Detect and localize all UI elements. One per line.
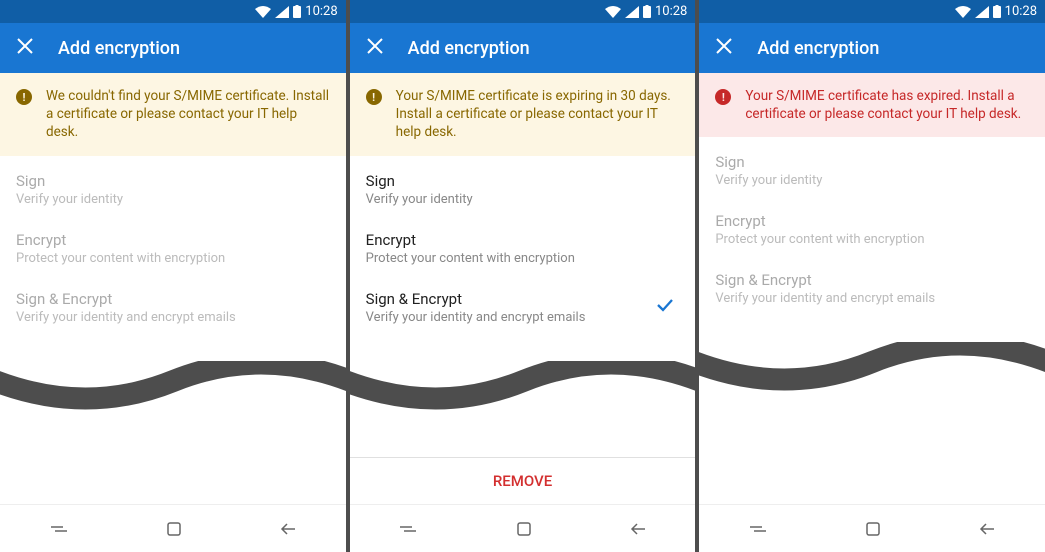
wifi-icon bbox=[955, 6, 971, 18]
remove-button[interactable]: REMOVE bbox=[350, 457, 696, 504]
phone-screen-expiring: 10:28 Add encryption ! Your S/MIME certi… bbox=[350, 0, 696, 552]
banner-text: We couldn't find your S/MIME certificate… bbox=[46, 87, 330, 142]
warning-banner: ! We couldn't find your S/MIME certifica… bbox=[0, 73, 346, 156]
content-break-wave bbox=[699, 342, 1045, 402]
checkmark-icon bbox=[655, 295, 679, 319]
warning-icon: ! bbox=[366, 89, 382, 105]
option-title: Sign & Encrypt bbox=[366, 290, 586, 308]
option-subtitle: Protect your content with encryption bbox=[715, 232, 924, 247]
recents-button[interactable] bbox=[398, 521, 418, 537]
clock: 10:28 bbox=[305, 4, 337, 19]
status-bar: 10:28 bbox=[350, 0, 696, 23]
battery-icon bbox=[293, 5, 301, 18]
back-button[interactable] bbox=[978, 521, 996, 537]
option-sign-encrypt[interactable]: Sign & Encrypt Verify your identity and … bbox=[350, 278, 696, 337]
status-bar: 10:28 bbox=[699, 0, 1045, 23]
recents-button[interactable] bbox=[49, 521, 69, 537]
option-subtitle: Verify your identity bbox=[366, 192, 473, 207]
home-button[interactable] bbox=[865, 521, 881, 537]
option-encrypt[interactable]: Encrypt Protect your content with encryp… bbox=[350, 219, 696, 278]
signal-icon bbox=[275, 6, 289, 18]
recents-button[interactable] bbox=[748, 521, 768, 537]
battery-icon bbox=[993, 5, 1001, 18]
back-button[interactable] bbox=[279, 521, 297, 537]
option-sign: Sign Verify your identity bbox=[0, 160, 346, 219]
error-icon: ! bbox=[715, 89, 731, 105]
option-title: Sign bbox=[366, 172, 473, 190]
option-title: Sign bbox=[16, 172, 123, 190]
wifi-icon bbox=[605, 6, 621, 18]
options-list: Sign Verify your identity Encrypt Protec… bbox=[350, 156, 696, 341]
error-banner: ! Your S/MIME certificate has expired. I… bbox=[699, 73, 1045, 137]
banner-text: Your S/MIME certificate is expiring in 3… bbox=[396, 87, 680, 142]
page-title: Add encryption bbox=[757, 38, 879, 59]
option-encrypt: Encrypt Protect your content with encryp… bbox=[699, 200, 1045, 259]
app-bar: Add encryption bbox=[350, 23, 696, 73]
option-subtitle: Verify your identity and encrypt emails bbox=[715, 291, 935, 306]
clock: 10:28 bbox=[655, 4, 687, 19]
option-subtitle: Verify your identity bbox=[715, 173, 822, 188]
android-nav-bar bbox=[0, 504, 346, 552]
option-title: Sign bbox=[715, 153, 822, 171]
page-title: Add encryption bbox=[408, 38, 530, 59]
warning-banner: ! Your S/MIME certificate is expiring in… bbox=[350, 73, 696, 156]
close-icon[interactable] bbox=[16, 37, 34, 59]
option-subtitle: Verify your identity bbox=[16, 192, 123, 207]
android-nav-bar bbox=[350, 504, 696, 552]
battery-icon bbox=[643, 5, 651, 18]
option-sign-encrypt: Sign & Encrypt Verify your identity and … bbox=[699, 259, 1045, 318]
options-list: Sign Verify your identity Encrypt Protec… bbox=[0, 156, 346, 341]
option-title: Encrypt bbox=[715, 212, 924, 230]
option-encrypt: Encrypt Protect your content with encryp… bbox=[0, 219, 346, 278]
content-break-wave bbox=[350, 361, 696, 421]
option-subtitle: Protect your content with encryption bbox=[366, 251, 575, 266]
page-title: Add encryption bbox=[58, 38, 180, 59]
android-nav-bar bbox=[699, 504, 1045, 552]
option-sign-encrypt: Sign & Encrypt Verify your identity and … bbox=[0, 278, 346, 337]
option-title: Encrypt bbox=[16, 231, 225, 249]
home-button[interactable] bbox=[516, 521, 532, 537]
option-title: Sign & Encrypt bbox=[715, 271, 935, 289]
banner-text: Your S/MIME certificate has expired. Ins… bbox=[745, 87, 1029, 123]
options-list: Sign Verify your identity Encrypt Protec… bbox=[699, 137, 1045, 322]
home-button[interactable] bbox=[166, 521, 182, 537]
option-subtitle: Verify your identity and encrypt emails bbox=[16, 310, 236, 325]
close-icon[interactable] bbox=[715, 37, 733, 59]
option-sign[interactable]: Sign Verify your identity bbox=[350, 160, 696, 219]
option-subtitle: Protect your content with encryption bbox=[16, 251, 225, 266]
warning-icon: ! bbox=[16, 89, 32, 105]
option-sign: Sign Verify your identity bbox=[699, 141, 1045, 200]
phone-screen-notfound: 10:28 Add encryption ! We couldn't find … bbox=[0, 0, 346, 552]
back-button[interactable] bbox=[629, 521, 647, 537]
close-icon[interactable] bbox=[366, 37, 384, 59]
signal-icon bbox=[625, 6, 639, 18]
status-bar: 10:28 bbox=[0, 0, 346, 23]
option-title: Sign & Encrypt bbox=[16, 290, 236, 308]
wifi-icon bbox=[255, 6, 271, 18]
phone-screen-expired: 10:28 Add encryption ! Your S/MIME certi… bbox=[699, 0, 1045, 552]
option-subtitle: Verify your identity and encrypt emails bbox=[366, 310, 586, 325]
app-bar: Add encryption bbox=[699, 23, 1045, 73]
signal-icon bbox=[975, 6, 989, 18]
option-title: Encrypt bbox=[366, 231, 575, 249]
app-bar: Add encryption bbox=[0, 23, 346, 73]
clock: 10:28 bbox=[1005, 4, 1037, 19]
content-break-wave bbox=[0, 361, 346, 421]
